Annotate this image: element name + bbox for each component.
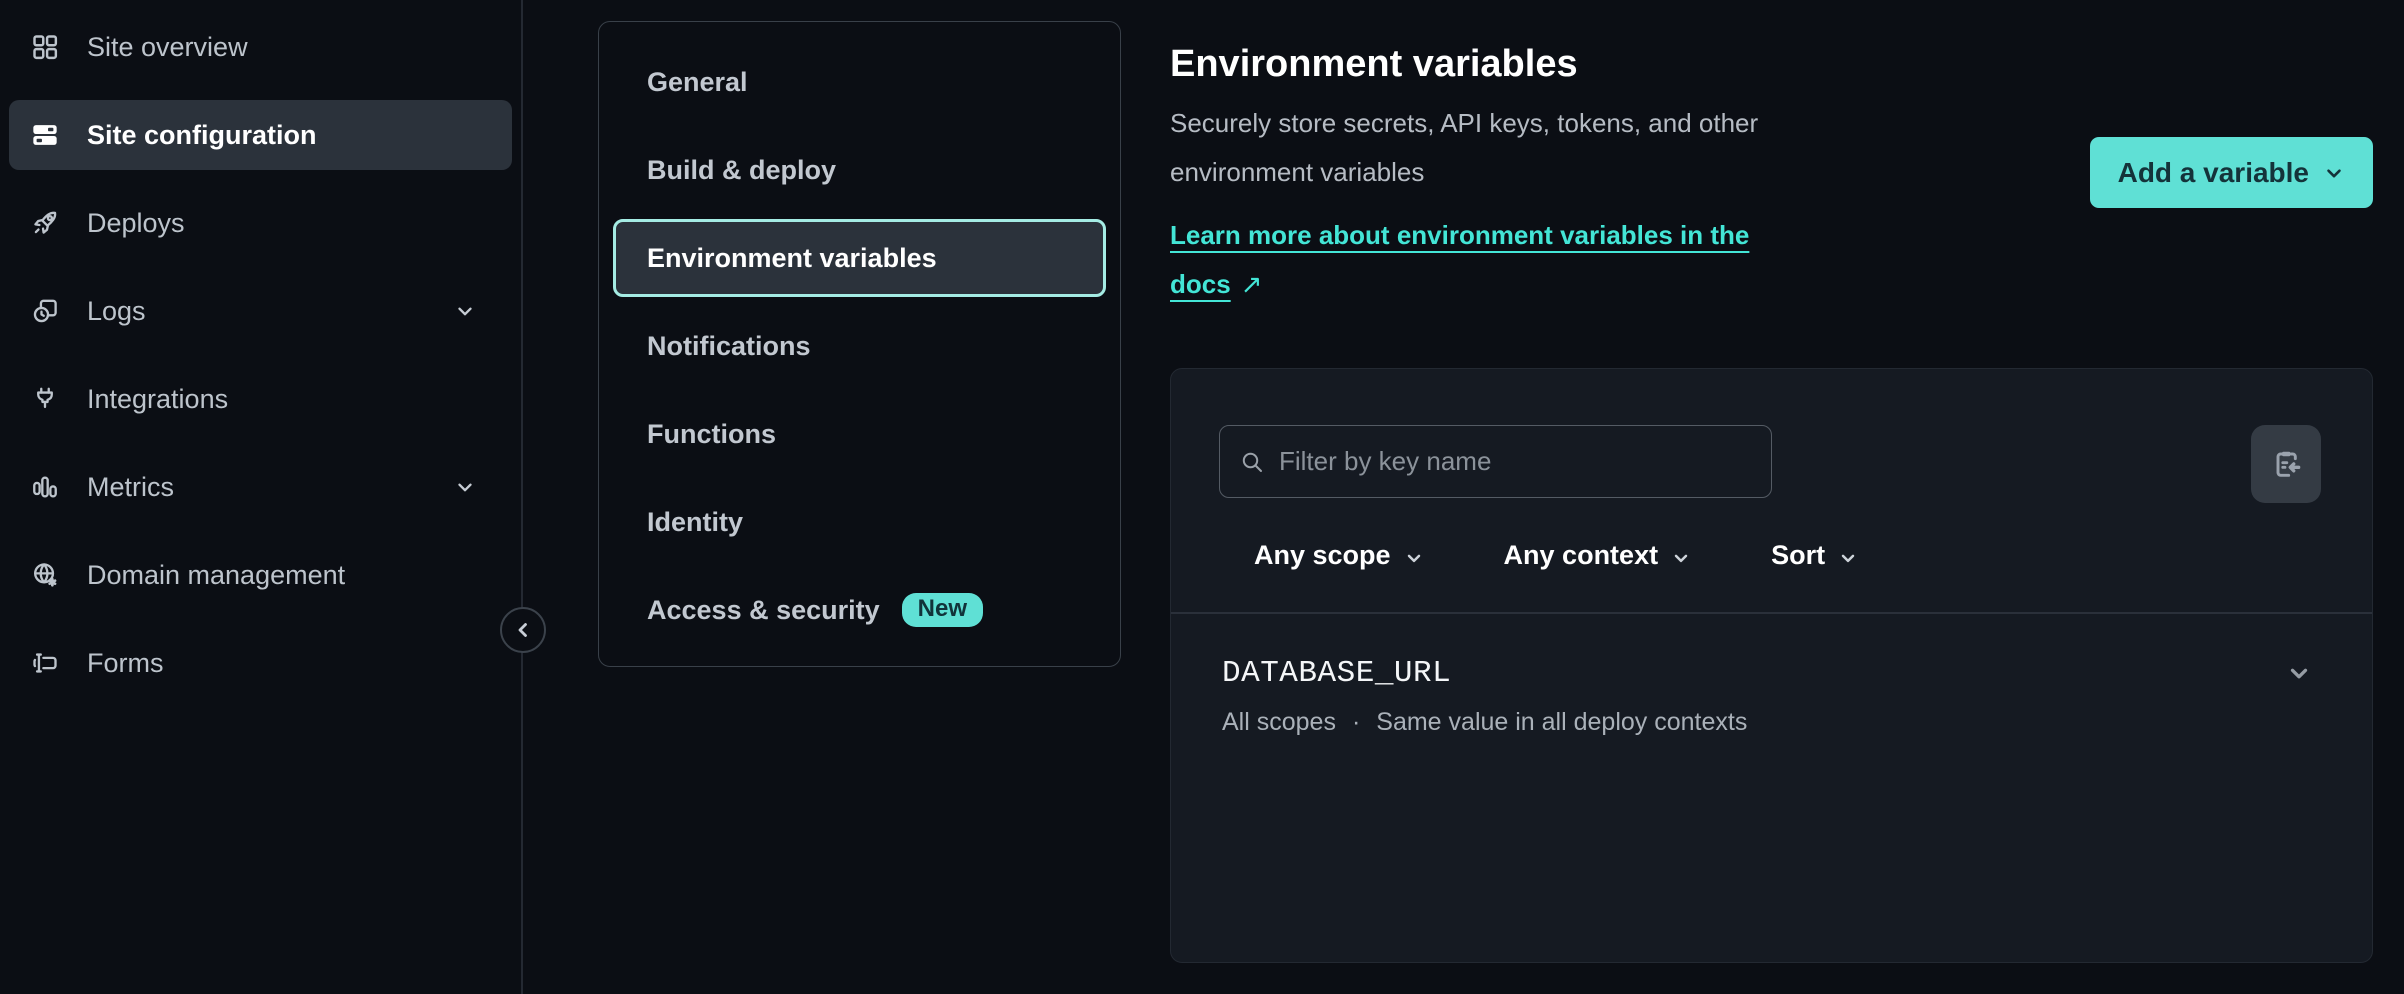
search-box — [1219, 425, 1772, 498]
server-icon — [31, 121, 59, 149]
site-settings-page: Site overview Site configuration — [0, 0, 2404, 994]
page-description-line: environment variables — [1170, 148, 1900, 197]
variable-key: DATABASE_URL — [1222, 656, 2309, 691]
variable-meta: All scopes · Same value in all deploy co… — [1222, 708, 2309, 737]
variable-scope: All scopes — [1222, 708, 1336, 737]
main-content: Environment variables Securely store sec… — [1170, 0, 2373, 309]
globe-icon — [31, 561, 59, 589]
expand-variable-chevron-icon[interactable] — [2286, 660, 2312, 686]
import-variables-button[interactable] — [2251, 425, 2321, 503]
import-variables-icon — [2270, 448, 2302, 480]
search-icon — [1240, 450, 1264, 474]
sort-label: Sort — [1771, 540, 1825, 571]
subnav-item-access-security[interactable]: Access & security New — [613, 566, 1106, 654]
subnav-item-general[interactable]: General — [613, 38, 1106, 126]
environment-variables-card: Any scope Any context Sort — [1170, 368, 2373, 963]
sidebar-item-label: Site configuration — [87, 120, 317, 151]
docs-link[interactable]: Learn more about environment variables i… — [1170, 211, 1930, 309]
docs-link-text: docs — [1170, 269, 1231, 299]
subnav-item-build-deploy[interactable]: Build & deploy — [613, 126, 1106, 214]
chevron-down-icon — [1671, 548, 1691, 568]
page-title: Environment variables — [1170, 42, 2373, 86]
sidebar-item-label: Integrations — [87, 384, 228, 415]
sidebar-item-label: Site overview — [87, 32, 248, 63]
sidebar-item-metrics[interactable]: Metrics — [9, 452, 512, 522]
sidebar-item-deploys[interactable]: Deploys — [9, 188, 512, 258]
sidebar-item-label: Forms — [87, 648, 164, 679]
sidebar-item-site-configuration[interactable]: Site configuration — [9, 100, 512, 170]
sidebar-item-label: Domain management — [87, 560, 345, 591]
logs-icon — [31, 297, 59, 325]
add-variable-label: Add a variable — [2118, 157, 2309, 189]
add-variable-button[interactable]: Add a variable — [2090, 137, 2373, 208]
search-row — [1171, 369, 2372, 503]
plug-icon — [31, 385, 59, 413]
context-filter-dropdown[interactable]: Any context — [1504, 540, 1692, 571]
subnav-item-functions[interactable]: Functions — [613, 390, 1106, 478]
subnav-item-label: General — [647, 67, 748, 98]
subnav-item-label: Environment variables — [647, 243, 937, 274]
subnav-item-environment-variables[interactable]: Environment variables — [613, 219, 1106, 297]
variable-context: Same value in all deploy contexts — [1376, 708, 1747, 737]
new-badge: New — [902, 593, 983, 627]
filter-key-input[interactable] — [1279, 446, 1751, 477]
bar-chart-icon — [31, 473, 59, 501]
subnav-item-label: Identity — [647, 507, 743, 538]
subnav-item-notifications[interactable]: Notifications — [613, 302, 1106, 390]
sidebar-collapse-button[interactable] — [500, 607, 546, 653]
subnav-item-label: Access & security — [647, 595, 880, 626]
external-link-arrow: ↗ — [1241, 260, 1263, 309]
meta-separator: · — [1352, 708, 1360, 737]
sidebar: Site overview Site configuration — [0, 0, 523, 994]
sidebar-item-label: Deploys — [87, 208, 185, 239]
page-description: Securely store secrets, API keys, tokens… — [1170, 99, 1900, 197]
scope-filter-label: Any scope — [1254, 540, 1391, 571]
sidebar-item-forms[interactable]: Forms — [9, 628, 512, 698]
chevron-down-icon — [2323, 162, 2345, 184]
scope-filter-dropdown[interactable]: Any scope — [1254, 540, 1424, 571]
form-input-icon — [31, 649, 59, 677]
subnav-item-identity[interactable]: Identity — [613, 478, 1106, 566]
sidebar-item-site-overview[interactable]: Site overview — [9, 12, 512, 82]
page-description-line: Securely store secrets, API keys, tokens… — [1170, 99, 1900, 148]
rocket-icon — [31, 209, 59, 237]
chevron-down-icon — [454, 300, 476, 322]
subnav-item-label: Functions — [647, 419, 776, 450]
chevron-left-icon — [511, 618, 535, 642]
sidebar-item-label: Logs — [87, 296, 146, 327]
sidebar-item-logs[interactable]: Logs — [9, 276, 512, 346]
subnav-item-label: Notifications — [647, 331, 811, 362]
filter-row: Any scope Any context Sort — [1254, 540, 2372, 571]
chevron-down-icon — [1838, 548, 1858, 568]
sidebar-item-integrations[interactable]: Integrations — [9, 364, 512, 434]
chevron-down-icon — [1404, 548, 1424, 568]
chevron-down-icon — [454, 476, 476, 498]
context-filter-label: Any context — [1504, 540, 1659, 571]
configuration-subnav: General Build & deploy Environment varia… — [598, 21, 1121, 667]
sidebar-item-label: Metrics — [87, 472, 174, 503]
docs-link-text: Learn more about environment variables i… — [1170, 220, 1749, 250]
subnav-item-label: Build & deploy — [647, 155, 836, 186]
grid-icon — [31, 33, 59, 61]
sort-dropdown[interactable]: Sort — [1771, 540, 1858, 571]
variable-row-database-url[interactable]: DATABASE_URL All scopes · Same value in … — [1171, 614, 2372, 737]
sidebar-item-domain-management[interactable]: Domain management — [9, 540, 512, 610]
